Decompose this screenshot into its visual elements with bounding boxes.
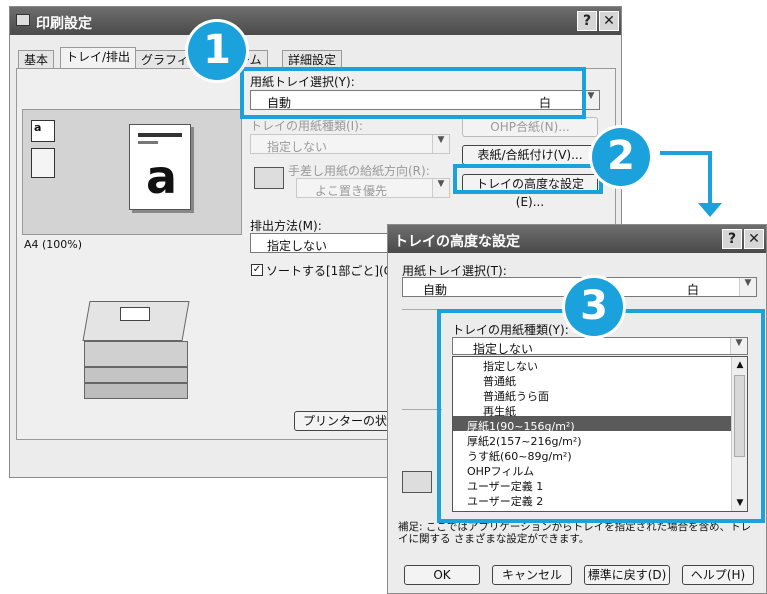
callout-1: 1 <box>188 22 246 80</box>
chevron-down-icon: ▼ <box>739 278 756 296</box>
highlight-paper-tray <box>240 67 586 119</box>
connector-arrow <box>660 151 722 219</box>
page-preview: a a <box>22 109 242 235</box>
ohp-interleave-button[interactable]: OHP合紙(N)... <box>462 117 598 137</box>
preview-caption: A4 (100%) <box>24 238 83 251</box>
divider <box>402 409 442 410</box>
callout-2: 2 <box>592 128 650 186</box>
help-button[interactable]: ヘルプ(H) <box>682 565 754 585</box>
close-icon[interactable]: ✕ <box>599 11 619 31</box>
manual-feed-label: 手差し用紙の給紙方向(R): <box>288 164 430 178</box>
help-title-button[interactable]: ? <box>577 11 597 31</box>
sort-checkbox-label: ソートする[1部ごと](C) <box>266 264 397 278</box>
highlight-advanced-tray-button <box>453 164 603 194</box>
printer-illustration <box>80 297 192 403</box>
highlight-tray-type-list <box>437 309 765 523</box>
letter-a-glyph: a <box>146 150 178 204</box>
print-settings-titlebar[interactable]: 印刷設定 ? ✕ <box>10 7 621 35</box>
manual-feed-icon <box>254 167 284 189</box>
ok-button[interactable]: OK <box>404 565 480 585</box>
window-title: 印刷設定 <box>36 16 92 32</box>
tray-type-label: トレイの用紙種類(I): <box>250 119 363 133</box>
tray-icon: a <box>31 120 55 142</box>
tab-basic[interactable]: 基本 <box>18 50 55 69</box>
tray-type-select[interactable]: 指定しない ▼ <box>250 134 450 154</box>
output-method-label: 排出方法(M): <box>250 219 322 233</box>
reset-default-button[interactable]: 標準に戻す(D) <box>584 565 670 585</box>
dialog-note: 補足: ここではアプリケーションからトレイを指定された場合を含め、トレイに関する… <box>398 521 752 545</box>
advanced-tray-titlebar[interactable]: トレイの高度な設定 ? ✕ <box>388 225 766 253</box>
close-icon[interactable]: ✕ <box>744 229 764 249</box>
help-title-button[interactable]: ? <box>722 229 742 249</box>
chevron-down-icon: ▼ <box>432 135 449 153</box>
printer-status-button[interactable]: プリンターの状態 <box>294 411 398 431</box>
collate-icon <box>31 148 55 178</box>
tab-tray-output[interactable]: トレイ/排出 <box>60 47 137 69</box>
printer-icon <box>16 14 30 26</box>
cover-button[interactable]: 表紙/合紙付け(V)... <box>462 145 598 165</box>
dialog-title: トレイの高度な設定 <box>394 234 520 250</box>
manual-feed-icon <box>402 471 432 493</box>
sort-checkbox[interactable]: ✓ <box>251 264 263 276</box>
chevron-down-icon: ▼ <box>432 179 449 197</box>
page-thumbnail: a <box>129 124 191 210</box>
callout-3: 3 <box>565 278 623 336</box>
cancel-button[interactable]: キャンセル <box>492 565 572 585</box>
manual-feed-select[interactable]: よこ置き優先 ▼ <box>296 178 450 198</box>
